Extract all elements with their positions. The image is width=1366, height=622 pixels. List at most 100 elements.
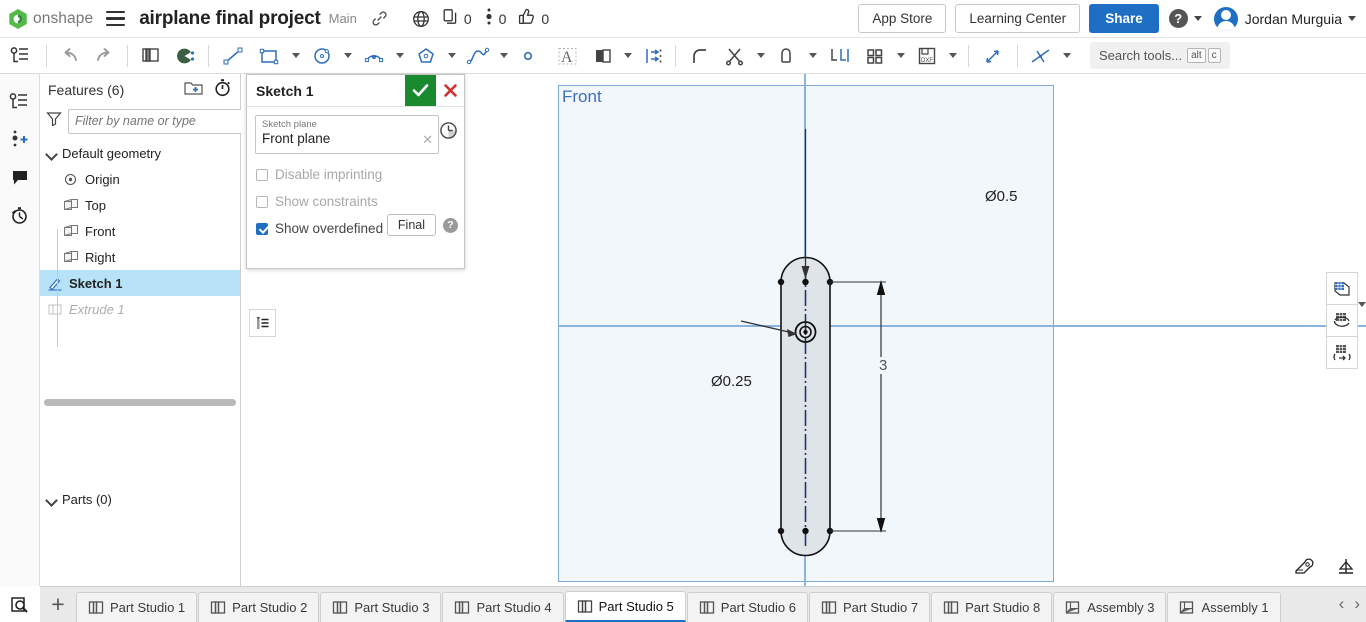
tab-part-studio-8[interactable]: Part Studio 8: [931, 592, 1052, 622]
sketch-accept-button[interactable]: [405, 75, 436, 106]
comments-icon[interactable]: [4, 158, 36, 196]
tree-item-top[interactable]: Top: [40, 192, 240, 218]
user-caret-icon[interactable]: [1348, 16, 1356, 21]
hamburger-menu-icon[interactable]: [106, 11, 125, 26]
offset-icon[interactable]: [637, 41, 669, 71]
add-tab-button[interactable]: +: [40, 586, 76, 622]
mass-properties-icon[interactable]: [1336, 557, 1356, 580]
tree-item-origin[interactable]: Origin: [40, 166, 240, 192]
versions-group[interactable]: 0: [484, 8, 507, 30]
sketch-icon[interactable]: [134, 41, 168, 71]
final-button[interactable]: Final: [387, 214, 436, 236]
feature-list-toggle-icon[interactable]: [249, 309, 276, 337]
feature-list-icon[interactable]: [0, 41, 40, 71]
checkbox-box[interactable]: [256, 196, 268, 208]
versions-icon[interactable]: [484, 8, 494, 30]
extend-chevron-down-icon[interactable]: [809, 53, 817, 58]
likes-group[interactable]: 0: [518, 8, 549, 30]
rotate-view-icon[interactable]: [1326, 304, 1358, 337]
copy-icon[interactable]: [442, 8, 459, 30]
mirror-chevron-down-icon[interactable]: [624, 53, 632, 58]
copies-group[interactable]: 0: [442, 8, 472, 30]
tab-part-studio-6[interactable]: Part Studio 6: [687, 592, 808, 622]
user-name[interactable]: Jordan Murguia: [1245, 11, 1342, 27]
history-icon[interactable]: [4, 196, 36, 234]
checkbox-disable-imprinting[interactable]: Disable imprinting: [255, 161, 456, 188]
dxf-import-icon[interactable]: DXF: [910, 41, 944, 71]
rectangle-icon[interactable]: [251, 41, 287, 71]
line-icon[interactable]: [215, 41, 251, 71]
tree-item-sketch-1[interactable]: Sketch 1: [40, 270, 240, 296]
sketch-plane-field[interactable]: Sketch plane Front plane ✕: [255, 115, 439, 154]
onshape-logo-icon[interactable]: [7, 8, 29, 30]
constraint-icon[interactable]: [1024, 41, 1058, 71]
fillet-icon[interactable]: [682, 41, 718, 71]
dimension-icon[interactable]: [975, 41, 1011, 71]
thumbs-up-icon[interactable]: [518, 8, 536, 30]
chevron-down-icon[interactable]: [46, 494, 57, 505]
sketch-cancel-button[interactable]: [436, 75, 464, 106]
checkbox-box[interactable]: [256, 169, 268, 181]
chevron-down-icon[interactable]: [46, 148, 57, 159]
text-icon[interactable]: A: [549, 41, 587, 71]
tab-next-button[interactable]: ›: [1354, 594, 1360, 614]
constraint-chevron-down-icon[interactable]: [1063, 53, 1071, 58]
shaded-view-icon[interactable]: [168, 41, 202, 71]
share-button[interactable]: Share: [1089, 4, 1159, 33]
measure-icon[interactable]: [1294, 557, 1314, 580]
feature-tree-icon[interactable]: [4, 82, 36, 120]
feature-tree-scrollbar[interactable]: [44, 399, 236, 406]
sketch-help-icon[interactable]: ?: [443, 218, 458, 233]
use-icon[interactable]: [822, 41, 858, 71]
checkbox-box[interactable]: [256, 223, 268, 235]
spline-chevron-down-icon[interactable]: [500, 53, 508, 58]
trim-chevron-down-icon[interactable]: [757, 53, 765, 58]
new-folder-icon[interactable]: [184, 80, 203, 101]
polygon-icon[interactable]: [409, 41, 443, 71]
mirror-icon[interactable]: [587, 41, 619, 71]
tree-item-front[interactable]: Front: [40, 218, 240, 244]
tab-prev-button[interactable]: ‹: [1339, 594, 1345, 614]
section-view-icon[interactable]: [1326, 272, 1358, 305]
pattern-icon[interactable]: [858, 41, 892, 71]
parts-group[interactable]: Parts (0): [40, 486, 241, 512]
tab-assembly-1[interactable]: Assembly 1: [1167, 592, 1280, 622]
rectangle-chevron-down-icon[interactable]: [292, 53, 300, 58]
extend-icon[interactable]: [770, 41, 804, 71]
tab-part-studio-5[interactable]: Part Studio 5: [565, 591, 686, 622]
dimension-hole-diameter[interactable]: Ø0.25: [709, 373, 754, 390]
arc-chevron-down-icon[interactable]: [396, 53, 404, 58]
clear-plane-icon[interactable]: ✕: [422, 132, 433, 148]
learning-center-button[interactable]: Learning Center: [955, 4, 1080, 33]
undo-icon[interactable]: [53, 41, 87, 71]
plane-history-icon[interactable]: [439, 121, 458, 145]
explode-view-icon[interactable]: [1326, 336, 1358, 369]
globe-icon[interactable]: [412, 10, 430, 28]
checkbox-show-constraints[interactable]: Show constraints: [255, 188, 456, 215]
filter-icon[interactable]: [46, 111, 62, 131]
rollback-timer-icon[interactable]: [213, 78, 232, 102]
tree-item-extrude-1[interactable]: Extrude 1: [40, 296, 240, 322]
filter-input[interactable]: [68, 109, 245, 134]
display-style-chevron-down-icon[interactable]: [1358, 302, 1366, 307]
tab-part-studio-7[interactable]: Part Studio 7: [809, 592, 930, 622]
circle-icon[interactable]: [305, 41, 339, 71]
trim-icon[interactable]: [718, 41, 752, 71]
app-store-button[interactable]: App Store: [858, 4, 946, 33]
help-caret-icon[interactable]: [1194, 16, 1202, 21]
polygon-chevron-down-icon[interactable]: [448, 53, 456, 58]
spline-icon[interactable]: [461, 41, 495, 71]
link-icon[interactable]: [371, 10, 388, 27]
tree-group-default-geometry[interactable]: Default geometry: [40, 140, 240, 166]
pattern-chevron-down-icon[interactable]: [897, 53, 905, 58]
document-title[interactable]: airplane final project: [139, 8, 320, 30]
tab-part-studio-4[interactable]: Part Studio 4: [442, 592, 563, 622]
tab-part-studio-2[interactable]: Part Studio 2: [198, 592, 319, 622]
tab-part-studio-1[interactable]: Part Studio 1: [76, 592, 197, 622]
tab-part-studio-3[interactable]: Part Studio 3: [320, 592, 441, 622]
tab-assembly-3[interactable]: Assembly 3: [1053, 592, 1166, 622]
dxf-chevron-down-icon[interactable]: [949, 53, 957, 58]
branch-label[interactable]: Main: [329, 11, 357, 26]
point-icon[interactable]: [513, 41, 543, 71]
redo-icon[interactable]: [87, 41, 121, 71]
